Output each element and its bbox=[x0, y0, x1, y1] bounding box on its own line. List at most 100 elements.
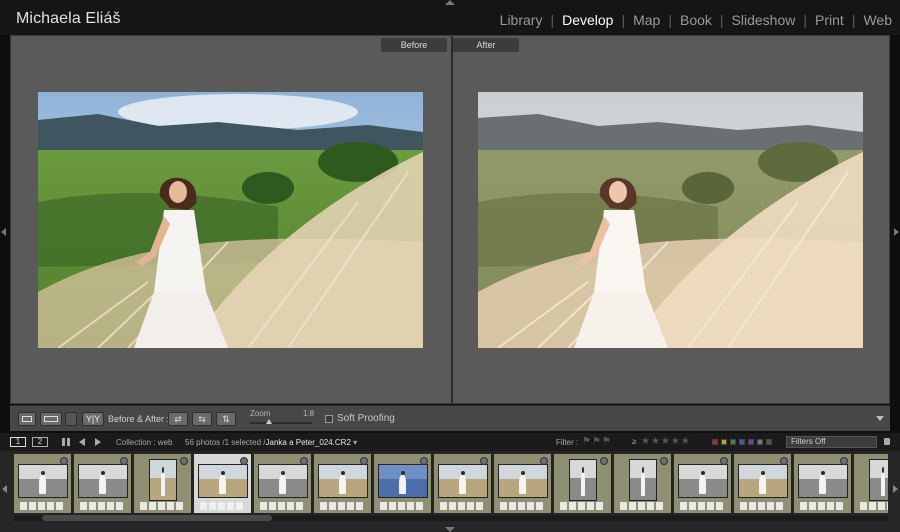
thumbnail-badge-icon[interactable] bbox=[240, 457, 248, 465]
thumbnail-image bbox=[378, 464, 428, 498]
bottom-panel-toggle-icon[interactable] bbox=[445, 527, 455, 532]
color-label-swatch[interactable] bbox=[748, 439, 754, 445]
thumbnail-status-icons bbox=[320, 502, 364, 510]
thumbnail-image bbox=[798, 464, 848, 498]
filmstrip-thumbnail[interactable] bbox=[374, 454, 432, 513]
thumbnail-image bbox=[498, 464, 548, 498]
filter-lock-icon[interactable] bbox=[884, 438, 890, 445]
thumbnail-badge-icon[interactable] bbox=[660, 457, 668, 465]
selected-filename: Janka a Peter_024.CR2 bbox=[265, 438, 351, 447]
left-panel-toggle-icon[interactable] bbox=[1, 228, 6, 236]
thumbnail-badge-icon[interactable] bbox=[420, 457, 428, 465]
filmstrip-scroll-thumb[interactable] bbox=[42, 515, 272, 521]
filmstrip-thumbnail[interactable] bbox=[134, 454, 192, 513]
module-print[interactable]: Print bbox=[813, 12, 846, 28]
filmstrip-thumbnail[interactable] bbox=[494, 454, 552, 513]
thumbnail-status-icons bbox=[440, 502, 484, 510]
copy-before-to-after-button[interactable]: ⇄ bbox=[168, 412, 188, 426]
grid-view-icon[interactable] bbox=[62, 438, 70, 446]
filmstrip-source[interactable]: Collection : web bbox=[116, 438, 172, 447]
top-panel-toggle-icon[interactable] bbox=[445, 0, 455, 5]
thumbnail-badge-icon[interactable] bbox=[300, 457, 308, 465]
filmstrip-thumbnail[interactable] bbox=[674, 454, 732, 513]
color-label-swatch[interactable] bbox=[721, 439, 727, 445]
right-panel-toggle-icon[interactable] bbox=[894, 228, 899, 236]
before-after-mode-button[interactable]: Y|Y bbox=[82, 412, 104, 426]
thumbnail-status-icons bbox=[380, 502, 424, 510]
color-label-swatch[interactable] bbox=[712, 439, 718, 445]
filmstrip-thumbnails bbox=[14, 454, 888, 513]
before-pane: Before bbox=[11, 36, 451, 403]
filmstrip-thumbnail[interactable] bbox=[854, 454, 888, 513]
thumbnail-image bbox=[18, 464, 68, 498]
thumbnail-status-icons bbox=[800, 502, 844, 510]
thumbnail-status-icons bbox=[200, 502, 244, 510]
thumbnail-badge-icon[interactable] bbox=[180, 457, 188, 465]
forward-arrow-icon[interactable] bbox=[95, 438, 101, 446]
thumbnail-badge-icon[interactable] bbox=[780, 457, 788, 465]
filmstrip-thumbnail[interactable] bbox=[194, 454, 252, 513]
module-web[interactable]: Web bbox=[861, 12, 894, 28]
selection-info[interactable]: 56 photos /1 selected /Janka a Peter_024… bbox=[185, 438, 357, 447]
view-dropdown-button[interactable] bbox=[65, 412, 77, 426]
main-window-button[interactable]: 1 bbox=[10, 437, 26, 447]
copy-after-to-before-button[interactable]: ⇆ bbox=[192, 412, 212, 426]
thumbnail-image bbox=[629, 459, 657, 501]
loupe-view-button[interactable] bbox=[18, 412, 36, 426]
thumbnail-badge-icon[interactable] bbox=[720, 457, 728, 465]
thumbnail-badge-icon[interactable] bbox=[60, 457, 68, 465]
zoom-slider-thumb[interactable] bbox=[266, 419, 272, 424]
secondary-window-button[interactable]: 2 bbox=[32, 437, 48, 447]
filmstrip-thumbnail[interactable] bbox=[74, 454, 132, 513]
color-label-swatch[interactable] bbox=[730, 439, 736, 445]
filmstrip-thumbnail[interactable] bbox=[434, 454, 492, 513]
thumbnail-badge-icon[interactable] bbox=[360, 457, 368, 465]
thumbnail-status-icons bbox=[260, 502, 304, 510]
rating-attribute[interactable]: ≥ bbox=[632, 437, 636, 446]
module-separator: | bbox=[621, 12, 626, 28]
thumbnail-badge-icon[interactable] bbox=[120, 457, 128, 465]
color-label-swatch[interactable] bbox=[766, 439, 772, 445]
zoom-label: Zoom bbox=[250, 409, 271, 418]
module-develop[interactable]: Develop bbox=[560, 12, 615, 28]
toolbar-content-menu-icon[interactable] bbox=[876, 416, 884, 421]
filmstrip-thumbnail[interactable] bbox=[14, 454, 72, 513]
filmstrip-thumbnail[interactable] bbox=[254, 454, 312, 513]
filmstrip-thumbnail[interactable] bbox=[314, 454, 372, 513]
module-separator: | bbox=[668, 12, 672, 28]
filmstrip-thumbnail[interactable] bbox=[794, 454, 852, 513]
before-label: Before bbox=[381, 38, 447, 52]
filter-preset-dropdown[interactable]: Filters Off bbox=[786, 436, 877, 448]
soft-proofing-checkbox[interactable] bbox=[325, 415, 333, 423]
thumbnail-badge-icon[interactable] bbox=[600, 457, 608, 465]
filmstrip-left-toggle-icon[interactable] bbox=[2, 485, 7, 493]
color-label-swatch[interactable] bbox=[757, 439, 763, 445]
module-book[interactable]: Book bbox=[678, 12, 714, 28]
thumbnail-image bbox=[318, 464, 368, 498]
module-slideshow[interactable]: Slideshow bbox=[730, 12, 798, 28]
filmstrip-thumbnail[interactable] bbox=[734, 454, 792, 513]
compare-view-button[interactable] bbox=[40, 412, 62, 426]
zoom-slider[interactable] bbox=[250, 422, 312, 424]
flag-filter-icons[interactable]: ⚑⚑⚑ bbox=[582, 436, 612, 447]
star-rating-filter[interactable]: ★★★★★ bbox=[641, 436, 691, 447]
after-photo[interactable] bbox=[478, 92, 863, 348]
filmstrip-scrollbar[interactable] bbox=[14, 515, 888, 521]
zoom-value: 1:8 bbox=[303, 409, 315, 418]
color-label-filter[interactable] bbox=[712, 439, 772, 445]
filmstrip-right-toggle-icon[interactable] bbox=[893, 485, 898, 493]
filmstrip-thumbnail[interactable] bbox=[554, 454, 612, 513]
thumbnail-badge-icon[interactable] bbox=[540, 457, 548, 465]
swap-before-after-button[interactable]: ⇅ bbox=[216, 412, 236, 426]
thumbnail-badge-icon[interactable] bbox=[840, 457, 848, 465]
before-photo[interactable] bbox=[38, 92, 423, 348]
thumbnail-image bbox=[149, 459, 177, 501]
module-library[interactable]: Library bbox=[498, 12, 545, 28]
filmstrip-thumbnail[interactable] bbox=[614, 454, 672, 513]
color-label-swatch[interactable] bbox=[739, 439, 745, 445]
back-arrow-icon[interactable] bbox=[79, 438, 85, 446]
thumbnail-badge-icon[interactable] bbox=[480, 457, 488, 465]
module-map[interactable]: Map bbox=[631, 12, 662, 28]
top-bar: Michaela Eliáš Library | Develop | Map | Book |… bbox=[0, 0, 900, 35]
thumbnail-status-icons bbox=[680, 502, 724, 510]
